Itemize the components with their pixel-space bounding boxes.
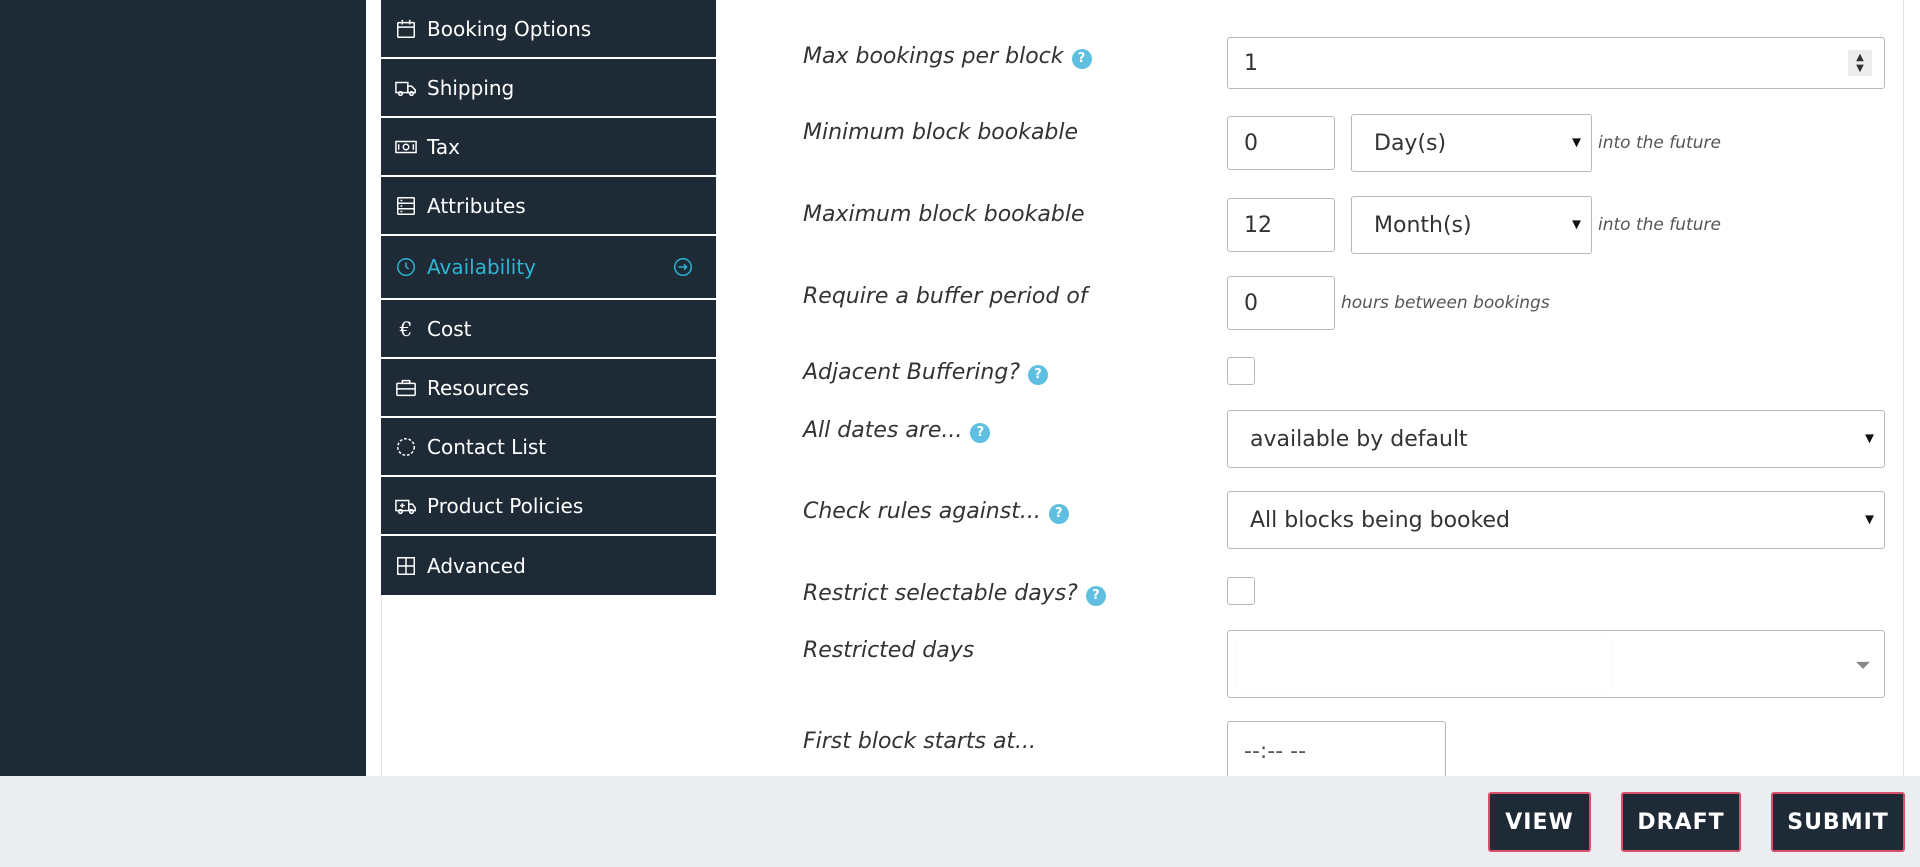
help-icon[interactable]: ? bbox=[1048, 503, 1069, 524]
restricted-days-label: Restricted days bbox=[803, 638, 975, 663]
tab-label: Resources bbox=[427, 375, 530, 400]
tab-resources[interactable]: Resources bbox=[381, 359, 716, 418]
all-dates-select[interactable]: available by default bbox=[1227, 410, 1885, 468]
tab-availability[interactable]: Availability bbox=[381, 236, 716, 300]
tab-advanced[interactable]: Advanced bbox=[381, 536, 716, 595]
adjacent-buffering-label: Adjacent Buffering? ? bbox=[803, 360, 1048, 385]
all-dates-label: All dates are... ? bbox=[803, 418, 991, 443]
check-rules-select[interactable]: All blocks being booked bbox=[1227, 491, 1885, 549]
tab-label: Shipping bbox=[427, 75, 515, 100]
tab-label: Contact List bbox=[427, 434, 547, 459]
chevron-down-icon bbox=[1856, 661, 1870, 669]
max-bookings-label: Max bookings per block ? bbox=[803, 44, 1092, 69]
submit-button[interactable]: SUBMIT bbox=[1771, 792, 1905, 852]
truck-icon bbox=[394, 76, 418, 100]
buffer-suffix: hours between bookings bbox=[1341, 293, 1550, 313]
tab-shipping[interactable]: Shipping bbox=[381, 59, 716, 118]
help-icon[interactable]: ? bbox=[1085, 585, 1106, 606]
euro-icon: € bbox=[399, 316, 413, 341]
tab-contact-list[interactable]: Contact List bbox=[381, 418, 716, 477]
restrict-days-label: Restrict selectable days? ? bbox=[803, 581, 1106, 606]
tab-label: Tax bbox=[427, 134, 460, 159]
min-bookable-input[interactable]: 0 bbox=[1227, 116, 1335, 170]
tab-label: Product Policies bbox=[427, 493, 584, 518]
tab-product-policies[interactable]: Product Policies bbox=[381, 477, 716, 536]
min-bookable-suffix: into the future bbox=[1598, 133, 1721, 153]
draft-button[interactable]: DRAFT bbox=[1621, 792, 1741, 852]
max-bookable-unit-select[interactable]: Month(s) bbox=[1351, 196, 1592, 254]
min-bookable-unit-select[interactable]: Day(s) bbox=[1351, 114, 1592, 172]
grid-icon bbox=[394, 554, 418, 578]
number-spinner[interactable]: ▲ ▼ bbox=[1848, 50, 1872, 76]
calendar-icon bbox=[394, 17, 418, 41]
first-block-time-input[interactable]: --:-- -- bbox=[1227, 721, 1446, 781]
tab-label: Availability bbox=[427, 255, 537, 279]
tab-label: Advanced bbox=[427, 553, 526, 578]
tab-attributes[interactable]: Attributes bbox=[381, 177, 716, 236]
buffer-input[interactable]: 0 bbox=[1227, 276, 1335, 330]
max-bookings-input[interactable]: 1 ▲ ▼ bbox=[1227, 37, 1885, 89]
tab-booking-options[interactable]: Booking Options bbox=[381, 0, 716, 59]
tab-cost[interactable]: € Cost bbox=[381, 300, 716, 359]
restricted-days-tag-area[interactable] bbox=[1236, 639, 1612, 689]
circle-dashed-icon bbox=[394, 435, 418, 459]
ambulance-icon bbox=[394, 494, 418, 518]
help-icon[interactable]: ? bbox=[1028, 364, 1048, 385]
max-bookable-label: Maximum block bookable bbox=[803, 202, 1085, 227]
money-icon bbox=[394, 135, 418, 159]
help-icon[interactable]: ? bbox=[970, 422, 991, 443]
product-tab-menu: Booking Options Shipping Tax Attributes … bbox=[381, 0, 716, 595]
restrict-days-checkbox[interactable] bbox=[1227, 577, 1255, 605]
check-rules-label: Check rules against... ? bbox=[803, 499, 1069, 524]
max-bookable-input[interactable]: 12 bbox=[1227, 198, 1335, 252]
buffer-label: Require a buffer period of bbox=[803, 284, 1088, 309]
min-bookable-label: Minimum block bookable bbox=[803, 120, 1079, 145]
tab-label: Booking Options bbox=[427, 16, 592, 41]
max-bookable-suffix: into the future bbox=[1598, 215, 1721, 235]
restricted-days-multiselect[interactable] bbox=[1227, 630, 1885, 698]
clock-icon bbox=[394, 255, 418, 279]
first-block-label: First block starts at... bbox=[803, 729, 1037, 754]
briefcase-icon bbox=[394, 376, 418, 400]
view-button[interactable]: VIEW bbox=[1488, 792, 1591, 852]
tab-label: Cost bbox=[427, 316, 472, 341]
left-sidebar bbox=[0, 0, 366, 776]
arrow-circle-right-icon bbox=[672, 256, 694, 278]
server-icon bbox=[394, 194, 418, 218]
tab-label: Attributes bbox=[427, 193, 526, 218]
adjacent-buffering-checkbox[interactable] bbox=[1227, 357, 1255, 385]
tab-tax[interactable]: Tax bbox=[381, 118, 716, 177]
help-icon[interactable]: ? bbox=[1071, 48, 1092, 69]
